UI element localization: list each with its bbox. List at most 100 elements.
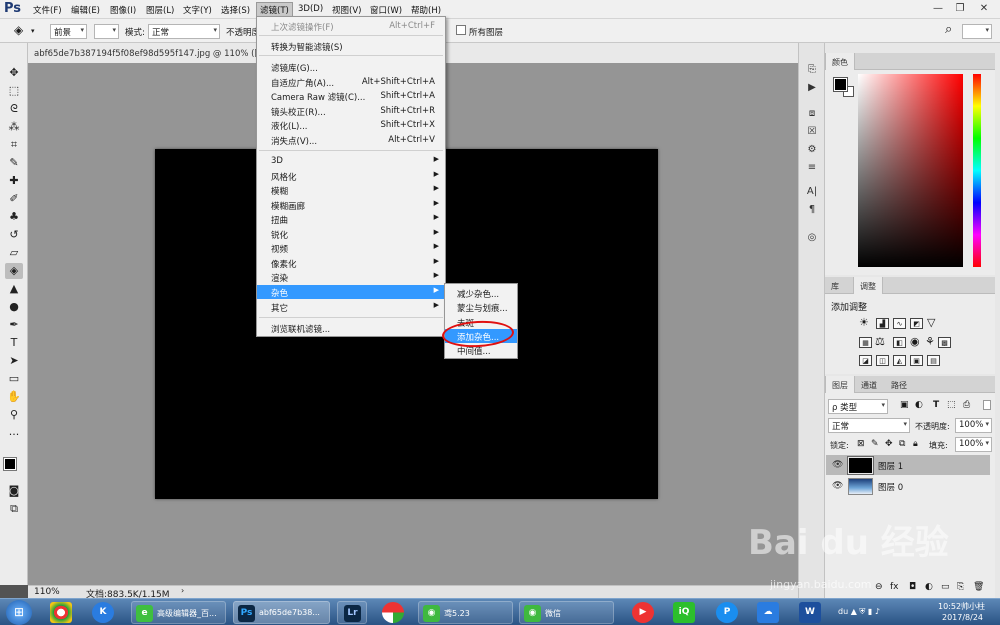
rectangle-tool-icon[interactable]: ▭ <box>5 371 23 387</box>
layer-row[interactable]: 👁︎ 图层 1 <box>826 455 990 475</box>
video-player-icon[interactable]: ▶ <box>632 602 654 623</box>
app-icon[interactable] <box>382 602 404 623</box>
taskbar-item-photoshop[interactable]: Ps abf65de7b38... <box>233 601 330 624</box>
chevron-right-icon[interactable]: › <box>181 586 184 595</box>
tab-paths[interactable]: 路径 <box>885 376 913 393</box>
mode-select[interactable]: 正常 ▾ <box>148 24 220 39</box>
menu-3d[interactable]: 3D(D) <box>298 4 323 14</box>
history-brush-icon[interactable]: ↺ <box>5 227 23 243</box>
lock-position-icon[interactable]: ✥ <box>885 439 893 449</box>
menu-edit[interactable]: 编辑(E) <box>71 4 100 16</box>
start-button-icon[interactable]: ⊞ <box>6 600 32 625</box>
menu-item-3d[interactable]: 3D ▶ <box>257 154 445 168</box>
color-field[interactable] <box>858 74 963 267</box>
dodge-tool-icon[interactable]: ● <box>5 299 23 315</box>
curves-icon[interactable]: ∿ <box>893 318 906 329</box>
menu-item-adaptive-wide-angle[interactable]: 自适应广角(A)... Alt+Shift+Ctrl+A <box>257 75 445 89</box>
menu-item-sharpen[interactable]: 锐化 ▶ <box>257 227 445 241</box>
hue-slider[interactable] <box>973 74 981 267</box>
close-button[interactable]: ✕ <box>976 2 992 16</box>
add-mask-icon[interactable]: ◘ <box>909 582 916 592</box>
eraser-icon[interactable]: ▱ <box>5 245 23 261</box>
layer-style-icon[interactable]: fx <box>890 582 899 592</box>
magic-wand-icon[interactable]: ⁂ <box>5 119 23 135</box>
adjust-filter-icon[interactable]: ◐ <box>915 400 923 410</box>
taskbar-item-wechat[interactable]: ◉ 微信 <box>519 601 614 624</box>
menu-item-camera-raw[interactable]: Camera Raw 滤镜(C)... Shift+Ctrl+A <box>257 89 445 103</box>
color-lookup-icon[interactable]: ▩ <box>938 337 951 348</box>
pattern-picker[interactable]: ▾ <box>94 24 119 39</box>
eye-icon[interactable]: 👁︎ <box>832 481 843 491</box>
quick-mask-icon[interactable]: ◙ <box>5 483 23 499</box>
taskbar-item-wechat-chat[interactable]: ◉ 鸢5.23 <box>418 601 513 624</box>
paint-bucket-icon[interactable]: ◈ <box>14 23 23 37</box>
smart-object-filter-icon[interactable]: ⎙ <box>963 400 970 410</box>
tab-layers[interactable]: 图层 <box>825 376 855 393</box>
brush-preset-icon[interactable]: ☒ <box>804 125 820 139</box>
menu-image[interactable]: 图像(I) <box>110 4 136 16</box>
threshold-icon[interactable]: ◭ <box>893 355 906 366</box>
text-filter-icon[interactable]: T <box>933 400 939 410</box>
menu-item-browse-online[interactable]: 浏览联机滤镜... <box>257 321 445 335</box>
menu-item-blur[interactable]: 模糊 ▶ <box>257 183 445 197</box>
clock-date[interactable]: 2017/8/24 <box>942 613 983 622</box>
move-tool-icon[interactable]: ✥ <box>5 65 23 81</box>
exposure-icon[interactable]: ◩ <box>910 318 923 329</box>
tool-preset-icon[interactable]: ⚙ <box>804 143 820 157</box>
menu-item-smart-filter[interactable]: 转换为智能滤镜(S) <box>257 39 445 53</box>
menu-layer[interactable]: 图层(L) <box>146 4 174 16</box>
pptv-icon[interactable]: P <box>716 602 738 623</box>
tab-library[interactable]: 库 <box>825 277 845 294</box>
brightness-icon[interactable]: ☀ <box>859 316 869 329</box>
menu-view[interactable]: 视图(V) <box>332 4 361 16</box>
shape-filter-icon[interactable]: ⬚ <box>947 400 956 410</box>
color-balance-icon[interactable]: ⚖ <box>875 335 885 348</box>
zoom-level[interactable]: 110% <box>34 587 60 597</box>
selective-color-icon[interactable]: ▣ <box>910 355 923 366</box>
black-white-icon[interactable]: ◧ <box>893 337 906 348</box>
tab-channels[interactable]: 通道 <box>855 376 883 393</box>
hue-saturation-icon[interactable]: ▦ <box>859 337 872 348</box>
menu-item-render[interactable]: 渲染 ▶ <box>257 270 445 284</box>
paragraph-icon[interactable]: ¶ <box>804 203 820 217</box>
lock-all-icon[interactable]: 🔒︎ <box>913 439 918 449</box>
image-filter-icon[interactable]: ▣ <box>900 400 909 410</box>
tray-icons[interactable]: du ▲ ⛨ ▮ ♪ <box>838 607 880 617</box>
3d-icon[interactable]: ◎ <box>804 231 820 245</box>
link-layers-icon[interactable]: ⊖ <box>875 582 883 592</box>
new-group-icon[interactable]: ▭ <box>941 582 950 592</box>
marquee-tool-icon[interactable]: ⬚ <box>5 83 23 99</box>
chrome-icon[interactable] <box>50 602 72 623</box>
menu-item-noise[interactable]: 杂色 ▶ <box>257 285 445 299</box>
menu-item-reduce-noise[interactable]: 减少杂色... <box>445 286 517 300</box>
fill-field[interactable]: 100% ▾ <box>955 437 992 452</box>
eyedropper-icon[interactable]: ✎ <box>5 155 23 171</box>
lasso-tool-icon[interactable]: ᘓ <box>5 101 23 117</box>
lock-transparency-icon[interactable]: ⊠ <box>857 439 865 449</box>
opacity-field[interactable]: 100% ▾ <box>955 418 992 433</box>
menu-select[interactable]: 选择(S) <box>221 4 250 16</box>
lock-artboard-icon[interactable]: ⧉ <box>899 439 905 449</box>
layer-row[interactable]: 👁︎ 图层 0 <box>826 476 990 496</box>
tab-color[interactable]: 颜色 <box>825 53 855 70</box>
maximize-button[interactable]: ❐ <box>952 2 968 16</box>
menu-item-liquify[interactable]: 液化(L)... Shift+Ctrl+X <box>257 118 445 132</box>
more-tools-icon[interactable]: ··· <box>5 427 23 443</box>
stamp-tool-icon[interactable]: ♣ <box>5 209 23 225</box>
lock-pixels-icon[interactable]: ✎ <box>871 439 879 449</box>
menu-item-filter-gallery[interactable]: 滤镜库(G)... <box>257 60 445 74</box>
path-select-icon[interactable]: ➤ <box>5 353 23 369</box>
tab-adjustments[interactable]: 调整 <box>853 277 883 294</box>
brush-tool-icon[interactable]: ✐ <box>5 191 23 207</box>
kugou-icon[interactable]: K <box>92 602 114 623</box>
eye-icon[interactable]: 👁︎ <box>832 460 843 470</box>
vibrance-icon[interactable]: ▽ <box>927 316 935 329</box>
channel-mixer-icon[interactable]: ⚘ <box>925 335 935 348</box>
menu-item-video[interactable]: 视频 ▶ <box>257 241 445 255</box>
clone-source-icon[interactable]: ⧈ <box>804 107 820 121</box>
menu-type[interactable]: 文字(Y) <box>183 4 212 16</box>
new-layer-icon[interactable]: ⎘ <box>957 582 964 592</box>
menu-item-distort[interactable]: 扭曲 ▶ <box>257 212 445 226</box>
history-icon[interactable]: ⎘ <box>804 63 820 77</box>
invert-icon[interactable]: ◪ <box>859 355 872 366</box>
